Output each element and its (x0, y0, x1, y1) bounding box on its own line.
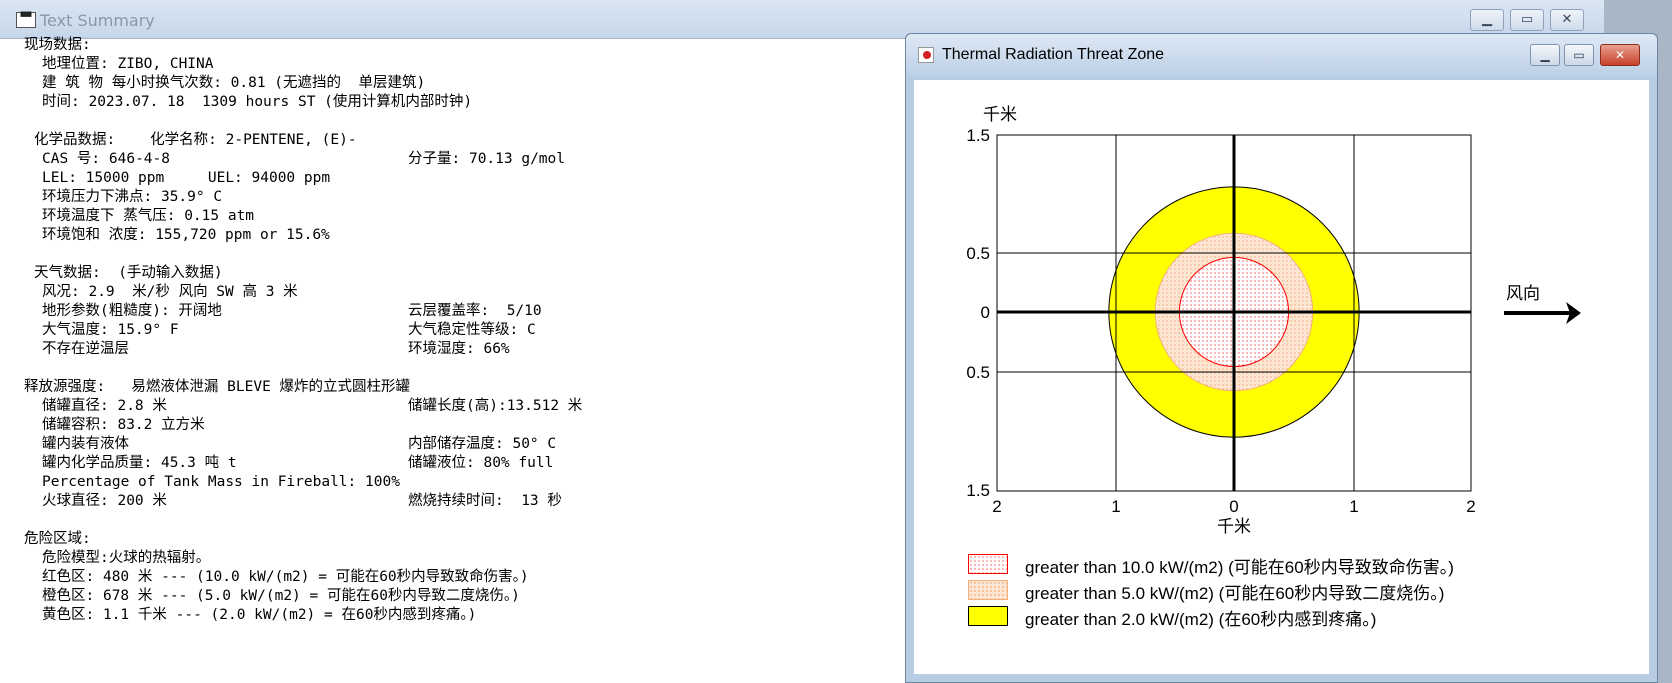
summary-line: 天气数据: (手动输入数据) (34, 265, 223, 281)
summary-line: 地理位置: ZIBO, CHINA (42, 56, 214, 72)
legend-label: greater than 2.0 kW/(m2) (在60秒内感到疼痛。) (1025, 610, 1377, 629)
summary-line: 黄色区: 1.1 千米 --- (2.0 kW/(m2) = 在60秒内感到疼痛… (42, 607, 477, 623)
summary-line: 燃烧持续时间: 13 秒 (408, 493, 562, 509)
legend-swatch (968, 606, 1008, 626)
close-button[interactable]: ✕ (1600, 44, 1640, 66)
y-tick-label: 0.5 (966, 244, 990, 263)
summary-line: 释放源强度: 易燃液体泄漏 BLEVE 爆炸的立式圆柱形罐 (24, 379, 411, 395)
threat-zone-client: 1.5 0.5 0 0.5 1.5 2 1 0 1 2 千米 千米 风向 greater than 10… (914, 80, 1649, 674)
text-summary-title: Text Summary (40, 11, 155, 30)
maximize-button[interactable]: ▭ (1564, 44, 1594, 66)
text-summary-body: 现场数据: 地理位置: ZIBO, CHINA 建 筑 物 每小时换气次数: 0.8… (24, 36, 904, 676)
x-tick-label: 0 (1229, 497, 1238, 516)
summary-line: 分子量: 70.13 g/mol (408, 151, 565, 167)
summary-line: 化学品数据: 化学名称: 2-PENTENE, (E)- (34, 132, 357, 148)
summary-line: 不存在逆温层 (42, 341, 129, 357)
wind-direction-label: 风向 (1506, 284, 1540, 303)
summary-line: 储罐容积: 83.2 立方米 (42, 417, 205, 433)
summary-line: 危险区域: (24, 531, 91, 547)
close-button[interactable]: ✕ (1550, 9, 1584, 31)
summary-line: 橙色区: 678 米 --- (5.0 kW/(m2) = 可能在60秒内导致二… (42, 588, 520, 604)
minimize-button[interactable]: ▁ (1530, 44, 1560, 66)
summary-line: 大气稳定性等级: C (408, 322, 536, 338)
summary-line: CAS 号: 646-4-8 (42, 151, 170, 167)
legend-swatch (968, 580, 1008, 600)
y-tick-label: 1.5 (966, 481, 990, 500)
x-tick-label: 1 (1349, 497, 1358, 516)
document-icon: ▀▀ (16, 12, 36, 28)
summary-line: 罐内装有液体 (42, 436, 129, 452)
y-tick-label: 0 (981, 303, 990, 322)
summary-line: 环境饱和 浓度: 155,720 ppm or 15.6% (42, 227, 330, 243)
minimize-button[interactable]: ▁ (1470, 9, 1504, 31)
summary-line: Percentage of Tank Mass in Fireball: 100… (42, 474, 400, 490)
summary-line: 火球直径: 200 米 (42, 493, 167, 509)
threat-zone-plot: 1.50.500.51.52 1 0 1 2千米千米风向 (966, 105, 1581, 536)
summary-line: 环境压力下沸点: 35.9° C (42, 189, 223, 205)
summary-line: 现场数据: (24, 37, 91, 53)
summary-line: 大气温度: 15.9° F (42, 322, 179, 338)
summary-line: 建 筑 物 每小时换气次数: 0.81 (无遮挡的 单层建筑) (42, 75, 426, 91)
x-tick-label: 2 (1466, 497, 1475, 516)
summary-line: 内部储存温度: 50° C (408, 436, 557, 452)
summary-line: 储罐液位: 80% full (408, 455, 554, 471)
maximize-button[interactable]: ▭ (1510, 9, 1544, 31)
summary-line: 时间: 2023.07. 18 1309 hours ST (使用计算机内部时钟… (42, 94, 473, 110)
y-tick-label: 1.5 (966, 126, 990, 145)
summary-line: 红色区: 480 米 --- (10.0 kW/(m2) = 可能在60秒内导致… (42, 569, 529, 585)
summary-line: 罐内化学品质量: 45.3 吨 t (42, 455, 237, 471)
summary-line: 风况: 2.9 米/秒 风向 SW 高 3 米 (42, 284, 298, 300)
summary-line: 储罐直径: 2.8 米 (42, 398, 167, 414)
summary-line: 危险模型:火球的热辐射。 (42, 550, 211, 566)
summary-line: 地形参数(粗糙度): 开阔地 (42, 303, 222, 319)
summary-line: 环境湿度: 66% (408, 341, 510, 357)
y-unit-label: 千米 (983, 105, 1017, 124)
legend-label: greater than 10.0 kW/(m2) (可能在60秒内导致致命伤害… (1025, 558, 1454, 577)
summary-line: LEL: 15000 ppm UEL: 94000 ppm (42, 170, 331, 186)
threat-zone-window: Thermal Radiation Threat Zone ▁ ▭ ✕ 1.5 0… (905, 33, 1658, 683)
legend-label: greater than 5.0 kW/(m2) (可能在60秒内导致二度烧伤。… (1025, 584, 1445, 603)
summary-line: 云层覆盖率: 5/10 (408, 303, 542, 319)
y-tick-label: 0.5 (966, 363, 990, 382)
x-tick-label: 1 (1111, 497, 1120, 516)
summary-line: 储罐长度(高):13.512 米 (408, 398, 583, 414)
legend-swatch (968, 554, 1008, 574)
threat-zone-titlebar[interactable]: Thermal Radiation Threat Zone ▁ ▭ ✕ (906, 34, 1657, 76)
summary-line: 环境温度下 蒸气压: 0.15 atm (42, 208, 255, 224)
fire-icon (918, 47, 934, 63)
x-tick-label: 2 (992, 497, 1001, 516)
x-unit-label: 千米 (1217, 517, 1251, 536)
threat-zone-title: Thermal Radiation Threat Zone (942, 46, 1165, 63)
